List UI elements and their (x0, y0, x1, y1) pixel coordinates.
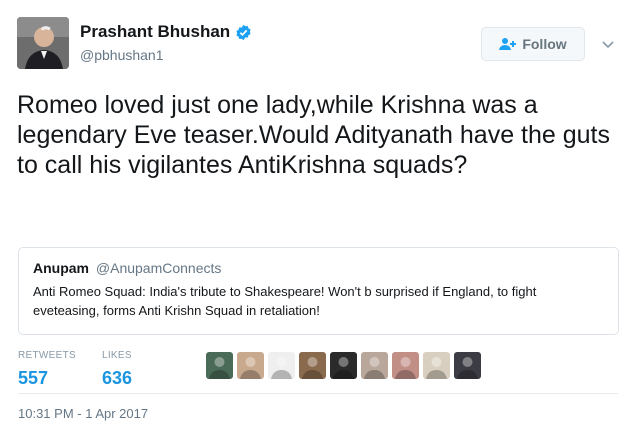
chevron-down-icon[interactable] (600, 36, 616, 52)
quoted-tweet-text: Anti Romeo Squad: India's tribute to Sha… (33, 284, 537, 318)
liker-avatar-4[interactable] (299, 352, 326, 379)
follow-button[interactable]: Follow (481, 27, 585, 61)
divider (18, 393, 618, 394)
liker-avatar-3[interactable] (268, 352, 295, 379)
follow-button-label: Follow (522, 36, 567, 52)
liker-avatar-1[interactable] (206, 352, 233, 379)
liker-avatar-8[interactable] (423, 352, 450, 379)
author-avatar[interactable] (17, 17, 69, 69)
liker-avatar-5[interactable] (330, 352, 357, 379)
likes-count: 636 (101, 368, 133, 388)
add-user-icon (499, 38, 517, 50)
author-display-name[interactable]: Prashant Bhushan (80, 22, 230, 42)
liker-avatars (206, 352, 485, 379)
liker-avatar-6[interactable] (361, 352, 388, 379)
likes-stat[interactable]: LIKES 636 (102, 350, 132, 389)
quoted-tweet[interactable]: Anupam @AnupamConnects Anti Romeo Squad:… (18, 247, 619, 335)
liker-avatar-2[interactable] (237, 352, 264, 379)
likes-label: LIKES (101, 350, 132, 361)
retweets-count: 557 (18, 368, 49, 388)
author-name-row: Prashant Bhushan (80, 22, 252, 42)
liker-avatar-7[interactable] (392, 352, 419, 379)
verified-badge-icon (236, 24, 251, 40)
quoted-tweet-author: Anupam @AnupamConnects (33, 260, 604, 276)
author-handle[interactable]: @pbhushan1 (80, 47, 164, 63)
quoted-author-name: Anupam (33, 260, 89, 276)
user-avatar-icon (17, 17, 69, 69)
retweets-label: RETWEETS (18, 350, 76, 361)
tweet-timestamp[interactable]: 10:31 PM - 1 Apr 2017 (18, 406, 148, 421)
quoted-author-handle: @AnupamConnects (95, 260, 222, 276)
retweets-stat[interactable]: RETWEETS 557 (18, 350, 76, 389)
tweet-stats: RETWEETS 557 LIKES 636 (18, 350, 158, 389)
tweet-text: Romeo loved just one lady,while Krishna … (17, 91, 610, 179)
liker-avatar-9[interactable] (454, 352, 481, 379)
